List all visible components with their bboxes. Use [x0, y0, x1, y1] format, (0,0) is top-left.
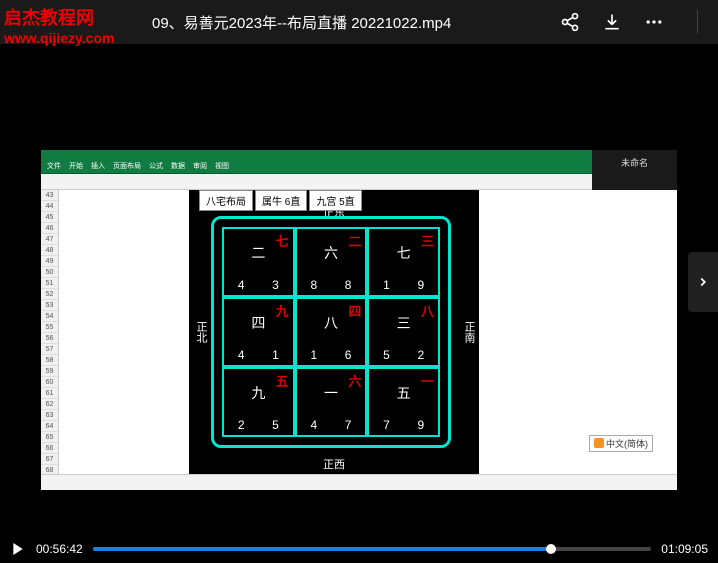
- watermark: 启杰教程网 www.qijiezy.com: [4, 4, 114, 46]
- progress-bar[interactable]: [93, 547, 652, 551]
- ime-text: 中文(简体): [606, 437, 648, 450]
- chart-tab[interactable]: 八宅布局: [199, 190, 253, 211]
- cell-star: 六: [348, 371, 361, 390]
- cell-star: 五: [276, 371, 289, 390]
- row-headers: 4344454647484950515253545556575859606162…: [41, 190, 59, 474]
- ribbon-tab[interactable]: 数据: [171, 161, 185, 171]
- player-controls: 00:56:42 01:09:05: [0, 535, 718, 563]
- share-icon[interactable]: [559, 11, 581, 33]
- cell-bottom: 79: [369, 418, 438, 435]
- ime-icon: [594, 438, 604, 448]
- cell-star: 八: [421, 301, 434, 320]
- grid-frame: 七二43二六88三七19九四41四八16八三52五九25六一47一五79: [211, 216, 451, 448]
- header-actions: [559, 10, 698, 34]
- video-title: 09、易善元2023年--布局直播 20221022.mp4: [152, 12, 559, 33]
- excel-titlebar: — □ ×: [41, 150, 677, 160]
- direction-west: 正北: [193, 321, 209, 343]
- excel-window: — □ × 文件 开始 插入 页面布局 公式 数据 审阅 视图 未命名 4344…: [41, 150, 677, 490]
- palace-cell: 五九25: [222, 367, 295, 437]
- cell-bottom: 19: [369, 278, 438, 295]
- direction-south: 正西: [323, 456, 345, 472]
- palace-cell: 七二43: [222, 227, 295, 297]
- palace-cell: 六一47: [295, 367, 368, 437]
- ribbon-tab[interactable]: 视图: [215, 161, 229, 171]
- cell-bottom: 16: [297, 348, 366, 365]
- direction-east: 正南: [461, 321, 477, 343]
- video-viewport: — □ × 文件 开始 插入 页面布局 公式 数据 审阅 视图 未命名 4344…: [0, 44, 718, 535]
- excel-toolbar: [41, 174, 677, 190]
- chart-tab[interactable]: 九宫 5直: [309, 190, 361, 211]
- progress-thumb[interactable]: [546, 544, 556, 554]
- excel-statusbar: [41, 474, 677, 490]
- progress-fill: [93, 547, 551, 551]
- watermark-title: 启杰教程网: [4, 4, 114, 30]
- palace-cell: 三七19: [367, 227, 440, 297]
- palace-cell: 一五79: [367, 367, 440, 437]
- ribbon-tab[interactable]: 插入: [91, 161, 105, 171]
- play-button[interactable]: [10, 541, 26, 557]
- divider: [697, 10, 698, 34]
- cell-star: 二: [348, 231, 361, 250]
- cell-bottom: 25: [224, 418, 293, 435]
- nine-palace-chart: 八宅布局 属牛 6直 九宫 5直 正东 正西 正南 正北 七二43二六88三七1…: [189, 190, 479, 474]
- watermark-url: www.qijiezy.com: [4, 30, 114, 46]
- ribbon-tab[interactable]: 文件: [47, 161, 61, 171]
- cell-bottom: 52: [369, 348, 438, 365]
- total-time: 01:09:05: [661, 542, 708, 556]
- cell-bottom: 88: [297, 278, 366, 295]
- cell-star: 九: [276, 301, 289, 320]
- chart-tabs: 八宅布局 属牛 6直 九宫 5直: [199, 190, 362, 211]
- palace-cell: 八三52: [367, 297, 440, 367]
- cell-bottom: 43: [224, 278, 293, 295]
- excel-ribbon: 文件 开始 插入 页面布局 公式 数据 审阅 视图: [41, 160, 677, 174]
- palace-cell: 四八16: [295, 297, 368, 367]
- next-arrow[interactable]: [688, 252, 718, 312]
- more-icon[interactable]: [643, 11, 665, 33]
- cell-star: 七: [276, 231, 289, 250]
- ribbon-tab[interactable]: 审阅: [193, 161, 207, 171]
- palace-cell: 九四41: [222, 297, 295, 367]
- palace-cell: 二六88: [295, 227, 368, 297]
- cell-bottom: 41: [224, 348, 293, 365]
- cell-star: 四: [348, 301, 361, 320]
- ribbon-tab[interactable]: 页面布局: [113, 161, 141, 171]
- chart-tab[interactable]: 属牛 6直: [255, 190, 307, 211]
- ime-indicator[interactable]: 中文(简体): [589, 435, 653, 452]
- cell-star: 一: [421, 371, 434, 390]
- cell-star: 三: [421, 231, 434, 250]
- current-time: 00:56:42: [36, 542, 83, 556]
- cell-bottom: 47: [297, 418, 366, 435]
- download-icon[interactable]: [601, 11, 623, 33]
- ribbon-tab[interactable]: 公式: [149, 161, 163, 171]
- ribbon-tab[interactable]: 开始: [69, 161, 83, 171]
- side-label: 未命名: [621, 156, 648, 169]
